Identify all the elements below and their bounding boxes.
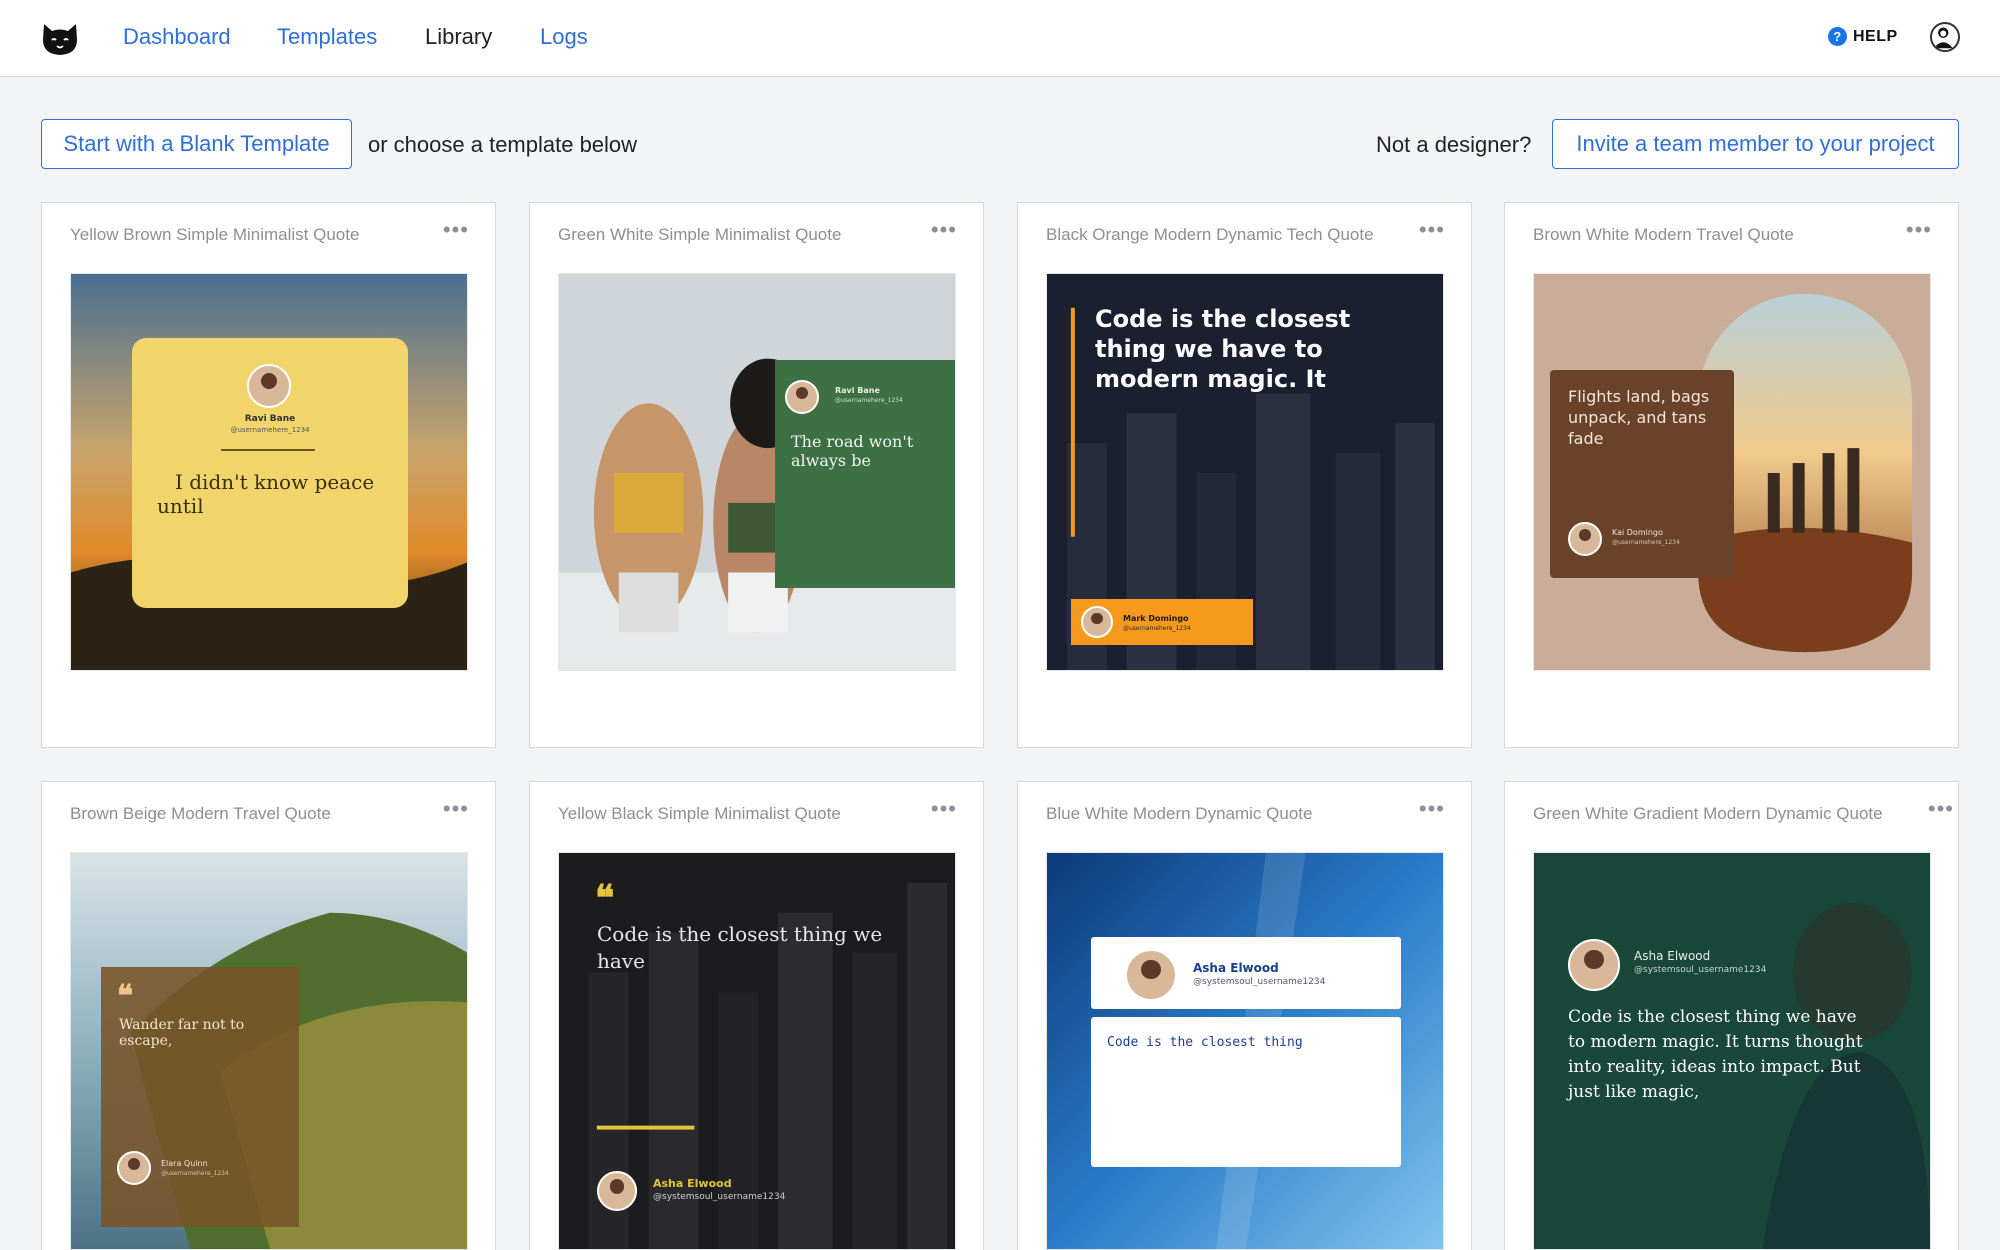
preview-quote: Wander far not to escape,	[119, 1017, 245, 1049]
more-horizontal-icon[interactable]: •••	[1928, 796, 1954, 822]
preview-name: Ravi Bane	[835, 386, 880, 395]
invite-team-member-button[interactable]: Invite a team member to your project	[1552, 119, 1959, 169]
template-title: Yellow Black Simple Minimalist Quote	[558, 804, 841, 823]
preview-name: Ravi Bane	[244, 414, 296, 424]
preview-name: Kai Domingo	[1612, 528, 1663, 537]
preview-handle: @usernamehere_1234	[230, 426, 310, 434]
more-horizontal-icon[interactable]: •••	[931, 796, 957, 822]
preview-handle: @usernamehere_1234	[161, 1170, 229, 1177]
preview-quote: Code is the closest thing we have	[597, 922, 883, 973]
top-navigation-bar: Dashboard Templates Library Logs ? HELP	[0, 0, 2000, 77]
template-preview[interactable]: Code is the closest thing we have to mod…	[1046, 273, 1444, 671]
template-title: Green White Gradient Modern Dynamic Quot…	[1533, 804, 1883, 823]
preview-name: Elara Quinn	[161, 1159, 208, 1168]
preview-name: Asha Elwood	[1193, 961, 1279, 975]
template-preview[interactable]: Asha Elwood @systemsoul_username1234 Cod…	[1533, 852, 1931, 1250]
preview-handle: @usernamehere_1234	[1612, 539, 1680, 546]
help-label: HELP	[1853, 27, 1898, 45]
template-title: Brown Beige Modern Travel Quote	[70, 804, 331, 823]
template-card[interactable]: Green White Gradient Modern Dynamic Quot…	[1504, 781, 1959, 1250]
preview-name: Asha Elwood	[1634, 949, 1711, 963]
more-horizontal-icon[interactable]: •••	[443, 796, 469, 822]
quote-mark-icon: ❝	[117, 979, 134, 1014]
template-title: Green White Simple Minimalist Quote	[558, 225, 842, 244]
preview-name: Asha Elwood	[653, 1177, 732, 1190]
template-card[interactable]: Yellow Black Simple Minimalist Quote •••…	[529, 781, 984, 1250]
template-title: Black Orange Modern Dynamic Tech Quote	[1046, 225, 1374, 244]
start-blank-template-button[interactable]: Start with a Blank Template	[41, 119, 352, 169]
nav-library[interactable]: Library	[425, 24, 492, 50]
template-preview[interactable]: ❝ Code is the closest thing we have Asha…	[558, 852, 956, 1250]
more-horizontal-icon[interactable]: •••	[931, 217, 957, 243]
preview-handle: @systemsoul_username1234	[653, 1192, 786, 1202]
preview-handle: @systemsoul_username1234	[1634, 965, 1767, 975]
template-title: Brown White Modern Travel Quote	[1533, 225, 1794, 244]
template-preview[interactable]: Asha Elwood @systemsoul_username1234 Cod…	[1046, 852, 1444, 1250]
template-card[interactable]: Blue White Modern Dynamic Quote ••• Asha…	[1017, 781, 1472, 1250]
nav-logs[interactable]: Logs	[540, 24, 588, 50]
preview-quote: I didn't know peace until	[157, 470, 375, 518]
help-circle-icon: ?	[1828, 27, 1847, 46]
template-card[interactable]: Yellow Brown Simple Minimalist Quote •••…	[41, 202, 496, 748]
template-card[interactable]: Brown White Modern Travel Quote ••• Flig…	[1504, 202, 1959, 748]
template-card[interactable]: Green White Simple Minimalist Quote ••• …	[529, 202, 984, 748]
nav-templates[interactable]: Templates	[277, 24, 377, 50]
template-preview[interactable]: Ravi Bane @usernamehere_1234 The road wo…	[558, 273, 956, 671]
template-preview[interactable]: Ravi Bane @usernamehere_1234 I didn't kn…	[70, 273, 468, 671]
user-avatar-icon[interactable]	[1930, 22, 1960, 52]
template-preview[interactable]: Flights land, bags unpack, and tans fade…	[1533, 273, 1931, 671]
preview-quote: Flights land, bags unpack, and tans fade	[1568, 387, 1710, 448]
preview-quote: The road won't always be	[791, 432, 914, 470]
more-horizontal-icon[interactable]: •••	[443, 217, 469, 243]
preview-quote: Code is the closest thing we have to mod…	[1568, 1007, 1863, 1102]
more-horizontal-icon[interactable]: •••	[1419, 217, 1445, 243]
quote-mark-icon: ❝	[595, 877, 615, 919]
template-title: Yellow Brown Simple Minimalist Quote	[70, 225, 360, 244]
template-preview[interactable]: ❝ Wander far not to escape, Elara Quinn …	[70, 852, 468, 1250]
template-card[interactable]: Black Orange Modern Dynamic Tech Quote •…	[1017, 202, 1472, 748]
preview-name: Mark Domingo	[1123, 614, 1189, 623]
template-card[interactable]: Brown Beige Modern Travel Quote ••• ❝ Wa…	[41, 781, 496, 1250]
preview-quote: Code is the closest thing we have to mod…	[1095, 305, 1351, 393]
help-link[interactable]: ? HELP	[1828, 27, 1898, 46]
preview-handle: @usernamehere_1234	[835, 397, 903, 404]
not-designer-text: Not a designer?	[1376, 132, 1532, 157]
preview-quote: Code is the closest thing	[1107, 1035, 1303, 1050]
preview-handle: @usernamehere_1234	[1123, 625, 1191, 632]
more-horizontal-icon[interactable]: •••	[1419, 796, 1445, 822]
choose-template-text: or choose a template below	[368, 132, 638, 157]
cat-face-icon[interactable]	[40, 18, 80, 58]
preview-handle: @systemsoul_username1234	[1193, 977, 1326, 987]
template-title: Blue White Modern Dynamic Quote	[1046, 804, 1313, 823]
nav-dashboard[interactable]: Dashboard	[123, 24, 231, 50]
more-horizontal-icon[interactable]: •••	[1906, 217, 1932, 243]
